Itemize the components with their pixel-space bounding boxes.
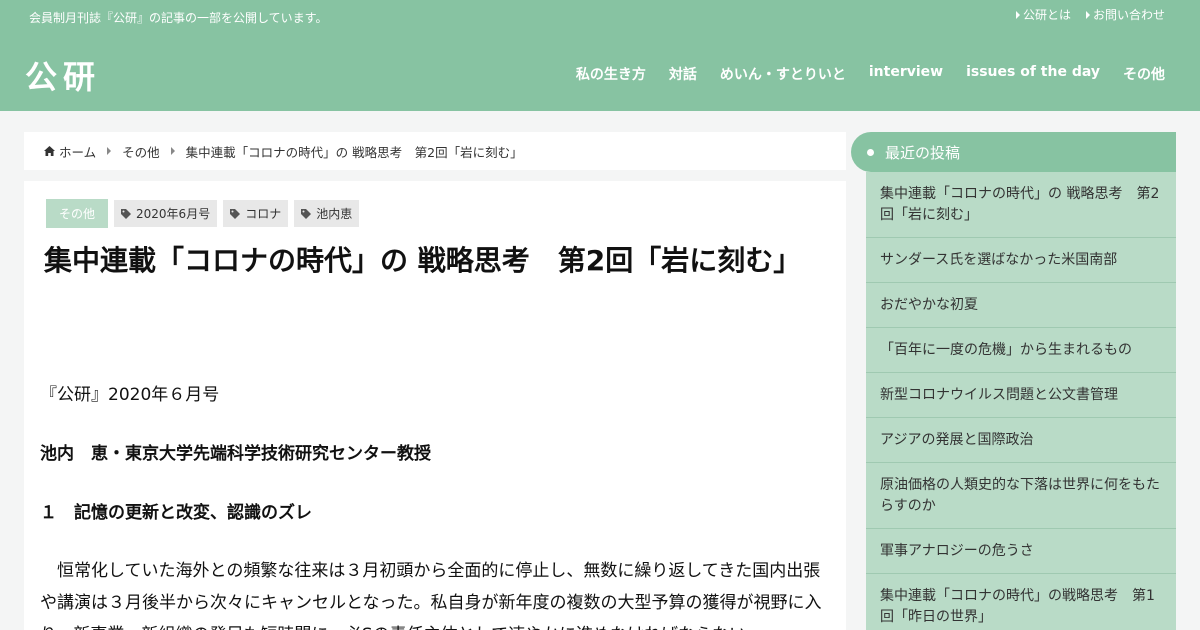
top-links: 公研とは お問い合わせ: [1015, 6, 1165, 23]
breadcrumb: ホーム その他 集中連載「コロナの時代」の 戦略思考 第2回「岩に刻む」: [24, 132, 846, 170]
global-nav: 私の生き方 対話 めいん・すとりいと interview issues of t…: [576, 64, 1165, 84]
tag-item[interactable]: 2020年6月号: [114, 200, 218, 227]
breadcrumb-category[interactable]: その他: [122, 142, 160, 161]
breadcrumb-separator-icon: [107, 147, 112, 155]
tag-icon: [121, 208, 132, 219]
recent-post-link[interactable]: サンダース氏を選ばなかった米国南部: [866, 238, 1176, 283]
nav-item-main-street[interactable]: めいん・すとりいと: [720, 64, 846, 84]
site-logo[interactable]: 公研: [25, 52, 101, 98]
about-link[interactable]: 公研とは: [1015, 6, 1071, 23]
issue-line: 『公研』2020年６月号: [40, 385, 220, 405]
recent-post-link[interactable]: おだやかな初夏: [866, 283, 1176, 328]
site-tagline: 会員制月刊誌『公研』の記事の一部を公開しています。: [29, 11, 328, 25]
contact-link[interactable]: お問い合わせ: [1085, 6, 1165, 23]
recent-post-link[interactable]: 「百年に一度の危機」から生まれるもの: [866, 328, 1176, 373]
breadcrumb-separator-icon: [170, 147, 175, 155]
author-line: 池内 恵・東京大学先端科学技術研究センター教授: [40, 444, 431, 464]
recent-posts-list: 集中連載「コロナの時代」の 戦略思考 第2回「岩に刻む」 サンダース氏を選ばなか…: [866, 172, 1176, 630]
recent-post-link[interactable]: 集中連載「コロナの時代」の戦略思考 第1回「昨日の世界」: [866, 574, 1176, 630]
caret-right-icon: [1015, 10, 1020, 19]
nav-item-dialogue[interactable]: 対話: [669, 64, 697, 84]
nav-item-my-way-of-life[interactable]: 私の生き方: [576, 64, 646, 84]
article-card: その他 2020年6月号 コロナ 池内恵 集中連載「コロナの時代」の 戦略思考 …: [24, 181, 846, 630]
tag-item[interactable]: コロナ: [223, 200, 289, 227]
recent-post-link[interactable]: アジアの発展と国際政治: [866, 418, 1176, 463]
recent-post-link[interactable]: 軍事アナロジーの危うさ: [866, 529, 1176, 574]
recent-post-link[interactable]: 新型コロナウイルス問題と公文書管理: [866, 373, 1176, 418]
body-paragraph: 恒常化していた海外との頻繁な往来は３月初頭から全面的に停止し、無数に繰り返してき…: [40, 561, 822, 630]
recent-post-link[interactable]: 原油価格の人類史的な下落は世界に何をもたらすのか: [866, 463, 1176, 529]
nav-item-interview[interactable]: interview: [869, 64, 943, 84]
tag-icon: [301, 208, 312, 219]
article-title: 集中連載「コロナの時代」の 戦略思考 第2回「岩に刻む」: [44, 244, 802, 277]
category-badge[interactable]: その他: [46, 199, 109, 228]
tag-icon: [230, 208, 241, 219]
site-header: 会員制月刊誌『公研』の記事の一部を公開しています。 公研とは お問い合わせ 公研…: [0, 0, 1200, 111]
tag-item[interactable]: 池内恵: [294, 200, 360, 227]
section-heading: １ 記憶の更新と改変、認識のズレ: [40, 503, 312, 523]
bullet-icon: [867, 148, 874, 156]
home-icon: [44, 146, 55, 156]
recent-post-link[interactable]: 集中連載「コロナの時代」の 戦略思考 第2回「岩に刻む」: [866, 172, 1176, 238]
breadcrumb-current: 集中連載「コロナの時代」の 戦略思考 第2回「岩に刻む」: [185, 144, 523, 160]
breadcrumb-home[interactable]: ホーム: [59, 142, 96, 161]
caret-right-icon: [1085, 10, 1090, 19]
nav-item-issues-of-the-day[interactable]: issues of the day: [966, 64, 1100, 84]
article-meta: その他 2020年6月号 コロナ 池内恵: [46, 199, 360, 228]
nav-item-other[interactable]: その他: [1123, 64, 1165, 84]
recent-posts-heading: 最近の投稿: [851, 132, 1176, 172]
